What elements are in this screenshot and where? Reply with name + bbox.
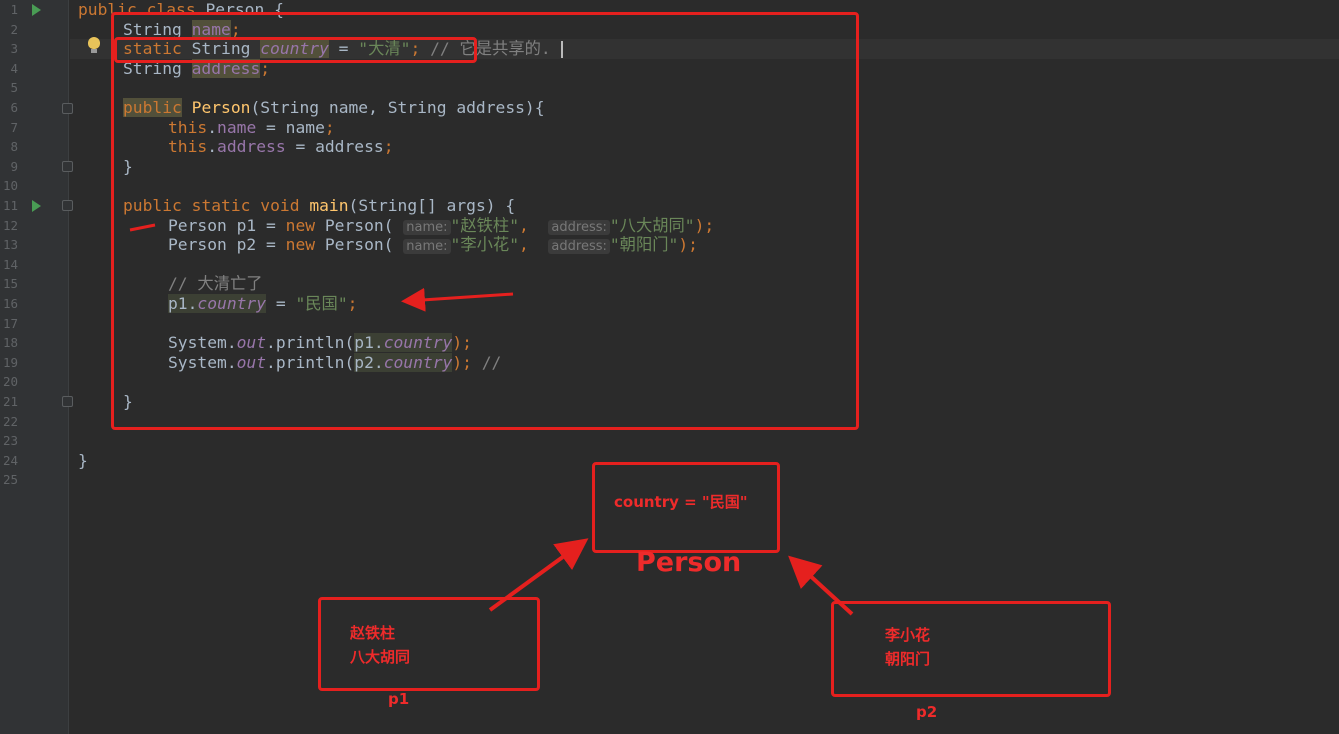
arrow-p2-to-class	[788, 555, 854, 616]
arrow-to-p1-line	[129, 223, 156, 232]
arrow-p1-to-class	[488, 538, 589, 612]
arrow-to-country-assignment	[401, 287, 514, 312]
annotation-arrows	[129, 223, 854, 616]
